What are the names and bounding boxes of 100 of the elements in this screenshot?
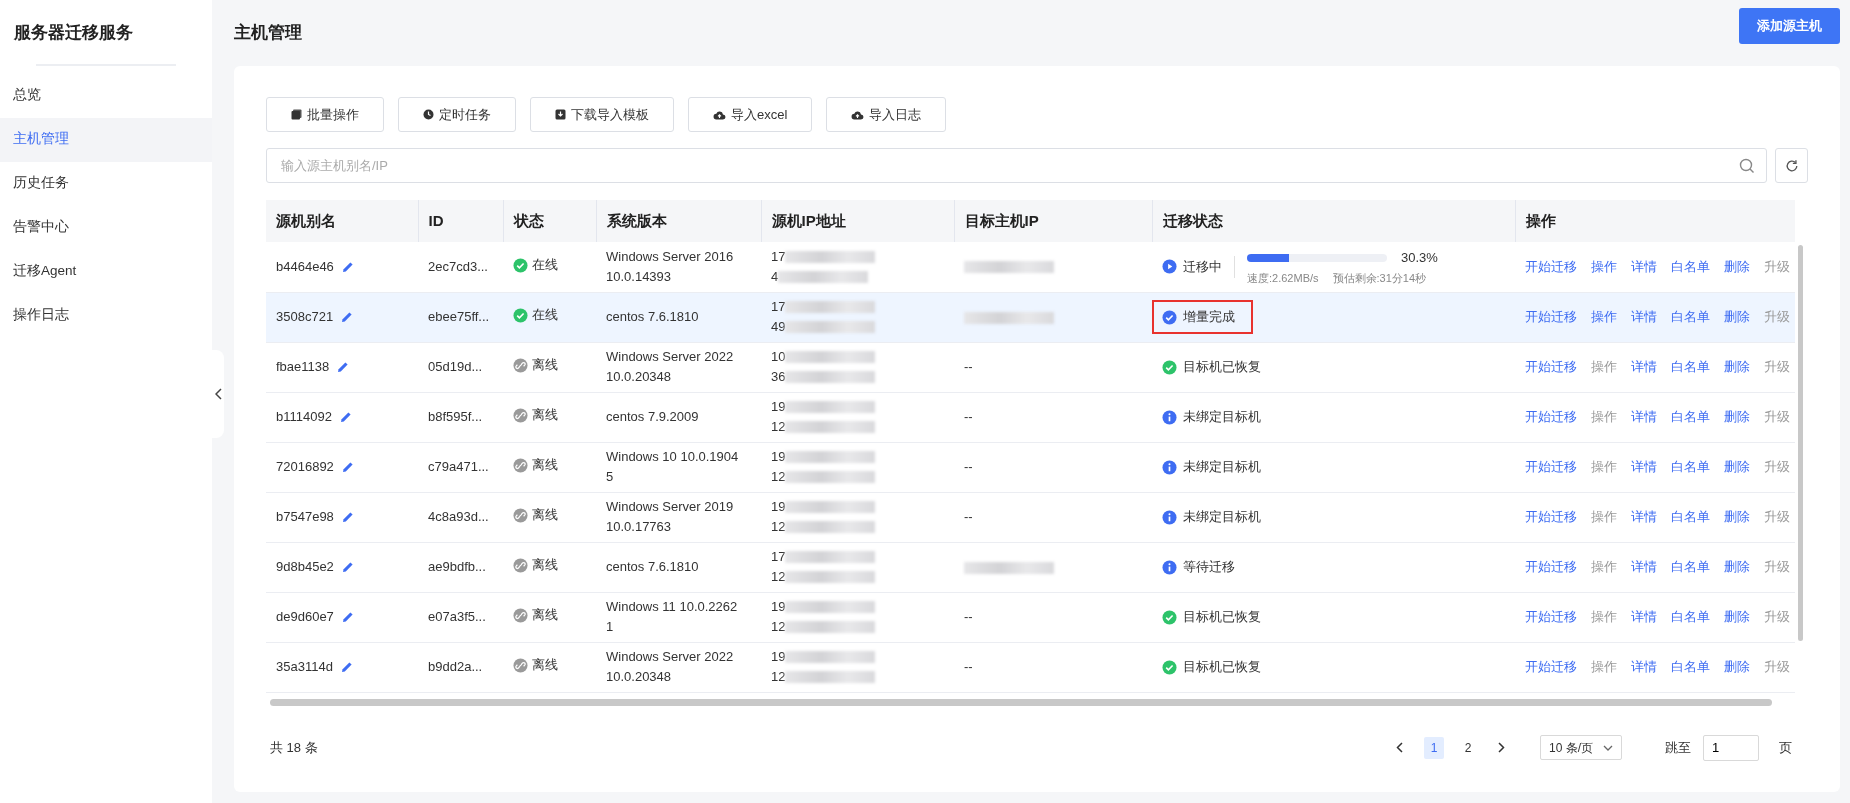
collapse-handle[interactable] — [212, 350, 224, 438]
add-host-button[interactable]: 添加源主机 — [1739, 8, 1840, 44]
action-link[interactable]: 开始迁移 — [1525, 307, 1577, 327]
action-link[interactable]: 白名单 — [1671, 256, 1710, 277]
action-link[interactable]: 删除 — [1724, 307, 1750, 327]
action-link[interactable]: 白名单 — [1671, 607, 1710, 627]
action-link[interactable]: 详情 — [1631, 507, 1657, 527]
refresh-button[interactable] — [1775, 148, 1808, 183]
os-version: centos 7.6.1810 — [606, 558, 700, 576]
action-link[interactable]: 详情 — [1631, 256, 1657, 277]
host-id: 2ec7cd3... — [428, 258, 488, 274]
scrollbar[interactable] — [1798, 245, 1803, 641]
ip-prefix: 12 — [771, 668, 786, 686]
action-link[interactable]: 删除 — [1724, 407, 1750, 427]
action-link[interactable]: 开始迁移 — [1525, 256, 1577, 277]
page-input[interactable]: 1 — [1703, 734, 1759, 761]
migration-status: 未绑定目标机 — [1183, 408, 1261, 426]
scrollbar[interactable] — [270, 698, 1772, 706]
info-icon — [1162, 409, 1177, 425]
edit-icon[interactable] — [341, 311, 354, 323]
action-link[interactable]: 删除 — [1724, 256, 1750, 277]
action-link[interactable]: 白名单 — [1671, 457, 1710, 477]
toolbar-button[interactable]: 定时任务 — [398, 97, 516, 132]
action-link[interactable]: 开始迁移 — [1525, 507, 1577, 527]
action-link[interactable]: 开始迁移 — [1525, 557, 1577, 577]
action-link[interactable]: 详情 — [1631, 307, 1657, 327]
chevron-left-icon — [214, 388, 222, 400]
edit-icon[interactable] — [341, 561, 354, 573]
download-icon — [555, 109, 566, 120]
edit-icon[interactable] — [341, 611, 354, 623]
ip-prefix: 19 — [771, 448, 786, 466]
host-alias: 72016892 — [276, 458, 334, 476]
sidebar-item[interactable]: 迁移Agent — [0, 249, 212, 294]
toolbar-button[interactable]: 下载导入模板 — [530, 97, 674, 132]
action-link[interactable]: 删除 — [1724, 657, 1750, 677]
sidebar-item[interactable]: 主机管理 — [0, 117, 212, 162]
action-link[interactable]: 详情 — [1631, 607, 1657, 627]
host-id: e07a3f5... — [428, 609, 486, 624]
action-link[interactable]: 白名单 — [1671, 357, 1710, 377]
sidebar-item[interactable]: 历史任务 — [0, 161, 212, 206]
host-alias: 9d8b45e2 — [276, 558, 334, 576]
action-link[interactable]: 详情 — [1631, 657, 1657, 677]
action-link[interactable]: 删除 — [1724, 457, 1750, 477]
host-alias: b7547e98 — [276, 508, 334, 526]
ip-prefix: 12 — [771, 618, 786, 636]
page-size-select[interactable]: 10 条/页 — [1540, 735, 1622, 760]
toolbar-button[interactable]: 导入日志 — [826, 97, 947, 132]
sidebar-item[interactable]: 操作日志 — [0, 293, 212, 338]
edit-icon[interactable] — [341, 511, 354, 523]
action-link[interactable]: 操作 — [1591, 256, 1617, 277]
search-field[interactable]: 输入源主机别名/IP — [266, 148, 1767, 183]
migration-status: 目标机已恢复 — [1183, 608, 1261, 626]
page-button[interactable]: 2 — [1458, 736, 1478, 759]
action-link[interactable]: 删除 — [1724, 507, 1750, 527]
jump-label: 跳至 — [1665, 738, 1691, 757]
action-link[interactable]: 白名单 — [1671, 307, 1710, 327]
action-link[interactable]: 删除 — [1724, 557, 1750, 577]
action-link[interactable]: 删除 — [1724, 357, 1750, 377]
action-link[interactable]: 详情 — [1631, 457, 1657, 477]
action-link[interactable]: 开始迁移 — [1525, 407, 1577, 427]
action-link[interactable]: 开始迁移 — [1525, 457, 1577, 477]
action-link[interactable]: 详情 — [1631, 407, 1657, 427]
edit-icon[interactable] — [339, 411, 352, 423]
ip-placeholder: -- — [964, 359, 973, 374]
action-link[interactable]: 白名单 — [1671, 657, 1710, 677]
action-link[interactable]: 开始迁移 — [1525, 357, 1577, 377]
toolbar-button[interactable]: 导入excel — [688, 97, 813, 132]
migration-status: 迁移中 — [1183, 257, 1222, 276]
action-link[interactable]: 白名单 — [1671, 407, 1710, 427]
edit-icon[interactable] — [341, 260, 354, 273]
column-header: 目标主机IP — [954, 200, 1152, 242]
action-link[interactable]: 操作 — [1591, 307, 1617, 327]
sidebar-item[interactable]: 总览 — [0, 73, 212, 118]
action-link[interactable]: 白名单 — [1671, 507, 1710, 527]
ip-prefix: 10 — [771, 348, 786, 366]
ip-prefix: 19 — [771, 648, 786, 666]
status-text: 离线 — [532, 556, 558, 575]
edit-icon[interactable] — [337, 361, 350, 373]
ip-prefix: 17 — [771, 548, 786, 566]
check-circle-icon — [1162, 309, 1177, 325]
check-circle-icon — [1162, 359, 1177, 375]
column-header: 状态 — [503, 200, 596, 242]
action-link[interactable]: 开始迁移 — [1525, 657, 1577, 677]
edit-icon[interactable] — [340, 661, 353, 673]
action-link[interactable]: 详情 — [1631, 557, 1657, 577]
status-text: 在线 — [532, 256, 558, 274]
status-text: 离线 — [532, 606, 558, 625]
action-link[interactable]: 白名单 — [1671, 557, 1710, 577]
ip-prefix: 12 — [771, 568, 786, 586]
toolbar-button[interactable]: 批量操作 — [266, 97, 384, 132]
status-text: 离线 — [532, 406, 558, 425]
action-link[interactable]: 详情 — [1631, 357, 1657, 377]
page-button[interactable]: 1 — [1424, 736, 1444, 759]
refresh-icon — [1784, 158, 1799, 173]
host-id: b9dd2a... — [428, 659, 483, 674]
action-link[interactable]: 开始迁移 — [1525, 607, 1577, 627]
sidebar-item[interactable]: 告警中心 — [0, 205, 212, 250]
edit-icon[interactable] — [341, 461, 354, 473]
action-link[interactable]: 删除 — [1724, 607, 1750, 627]
column-header: 操作 — [1515, 200, 1795, 242]
